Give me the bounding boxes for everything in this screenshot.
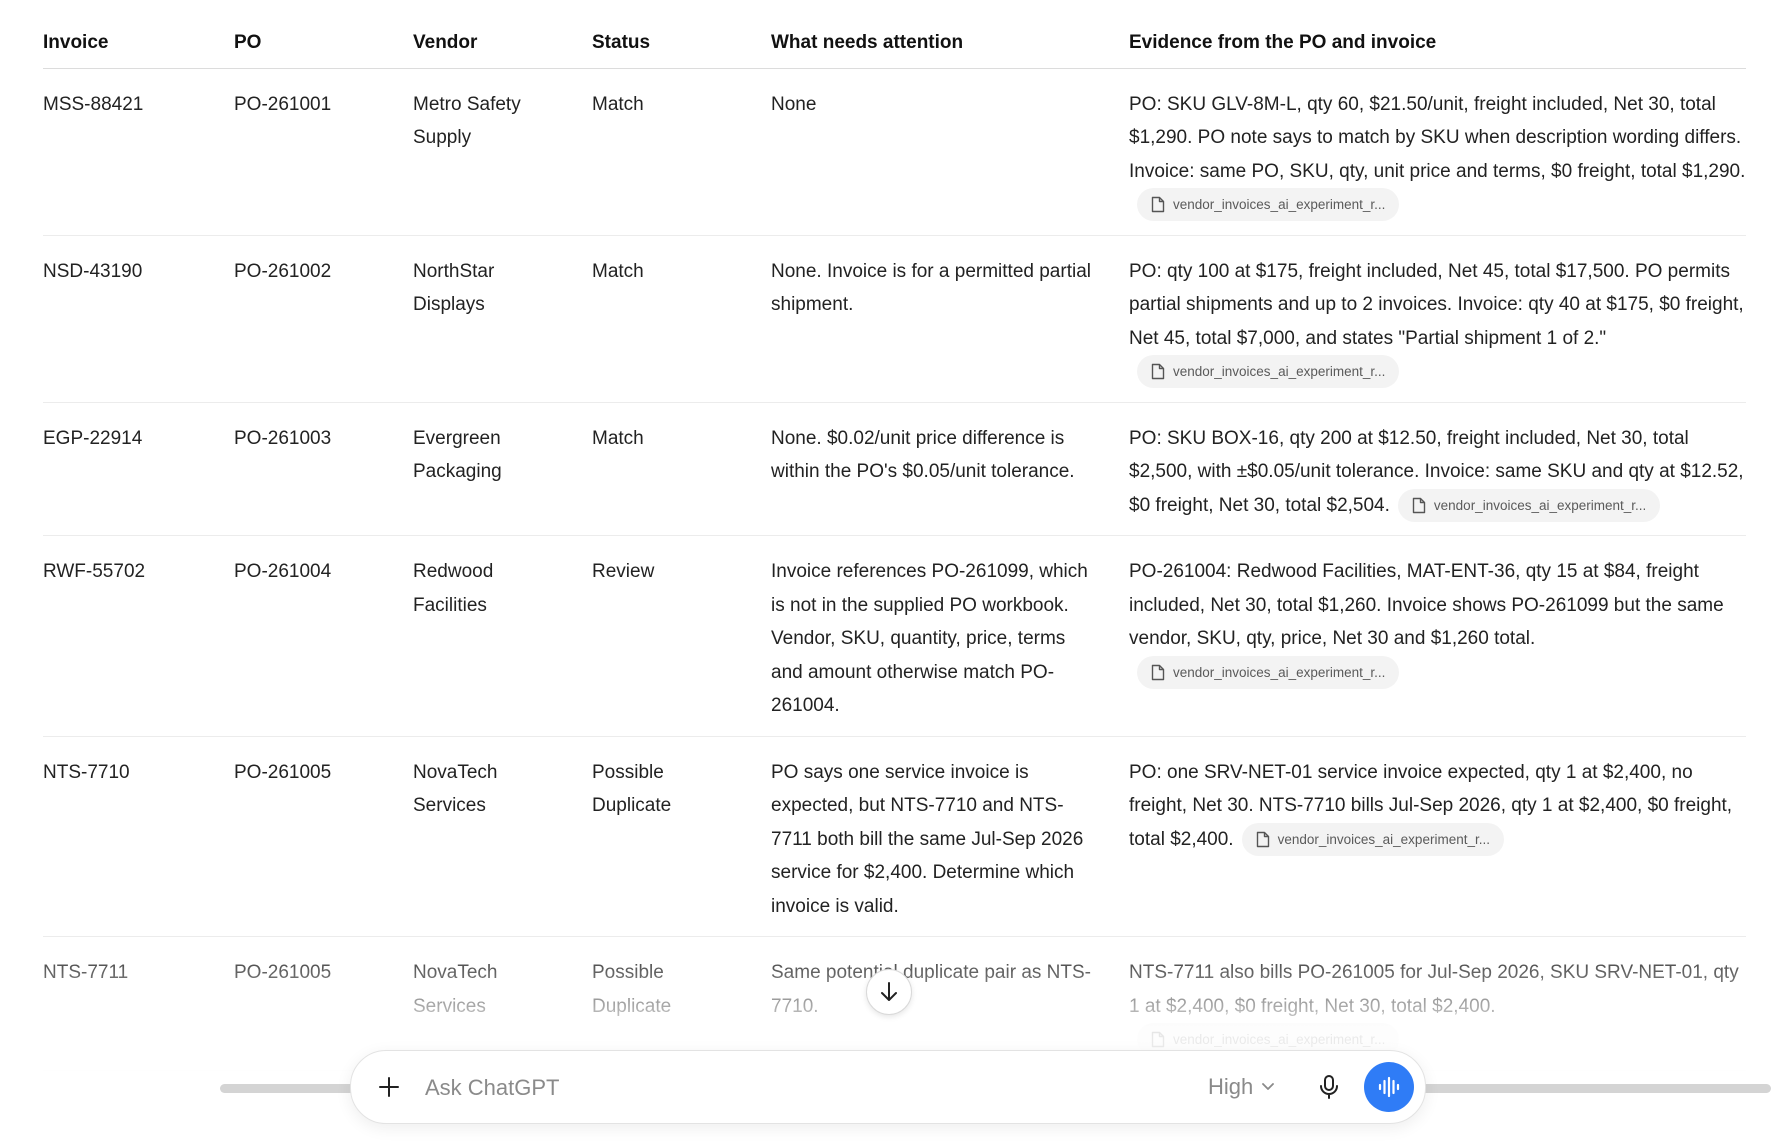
chat-viewport: Invoice PO Vendor Status What needs atte… (0, 0, 1771, 1141)
invoice-cell: NTS-7711 (43, 936, 234, 1071)
citation-label: vendor_invoices_ai_experiment_r... (1173, 364, 1386, 380)
evidence-text: NTS-7711 also bills PO-261005 for Jul-Se… (1129, 962, 1739, 1017)
status-cell: Match (592, 402, 771, 536)
column-header-vendor: Vendor (413, 14, 592, 69)
evidence-cell: PO: qty 100 at $175, freight included, N… (1129, 235, 1746, 403)
voice-mode-button[interactable] (1364, 1062, 1414, 1112)
column-header-status: Status (592, 14, 771, 69)
arrow-down-icon (881, 982, 897, 1001)
status-cell: Review (592, 535, 771, 737)
po-cell: PO-261002 (234, 235, 413, 403)
po-cell: PO-261005 (234, 736, 413, 937)
status-cell: Match (592, 235, 771, 403)
vendor-cell: NovaTech Services (413, 736, 592, 937)
citation-chip[interactable]: vendor_invoices_ai_experiment_r... (1137, 188, 1400, 222)
attention-cell: Invoice references PO-261099, which is n… (771, 535, 1129, 737)
attention-cell: None (771, 68, 1129, 236)
table-row: NSD-43190 PO-261002 NorthStar Displays M… (43, 235, 1746, 403)
attention-cell: PO says one service invoice is expected,… (771, 736, 1129, 937)
document-icon (1151, 664, 1165, 681)
invoice-cell: MSS-88421 (43, 68, 234, 236)
column-header-po: PO (234, 14, 413, 69)
evidence-cell: PO-261004: Redwood Facilities, MAT-ENT-3… (1129, 535, 1746, 737)
evidence-text: PO-261004: Redwood Facilities, MAT-ENT-3… (1129, 561, 1724, 649)
citation-label: vendor_invoices_ai_experiment_r... (1277, 831, 1490, 847)
attach-button[interactable] (371, 1069, 407, 1105)
evidence-text: PO: qty 100 at $175, freight included, N… (1129, 260, 1744, 349)
dictate-button[interactable] (1311, 1069, 1347, 1105)
model-selector[interactable]: High (1208, 1069, 1275, 1105)
vendor-cell: Evergreen Packaging (413, 402, 592, 536)
citation-chip[interactable]: vendor_invoices_ai_experiment_r... (1137, 655, 1400, 689)
document-icon (1412, 497, 1426, 514)
po-cell: PO-261004 (234, 535, 413, 737)
invoice-cell: NTS-7710 (43, 736, 234, 937)
document-icon (1151, 197, 1165, 213)
evidence-cell: PO: SKU GLV-8M-L, qty 60, $21.50/unit, f… (1129, 68, 1746, 236)
vendor-cell: NorthStar Displays (413, 235, 592, 403)
citation-label: vendor_invoices_ai_experiment_r... (1173, 197, 1386, 213)
vendor-cell: Redwood Facilities (413, 535, 592, 737)
vendor-cell: Metro Safety Supply (413, 68, 592, 236)
citation-chip[interactable]: vendor_invoices_ai_experiment_r... (1241, 822, 1504, 856)
document-icon (1151, 1032, 1165, 1048)
document-icon (1151, 364, 1165, 380)
table-row: NTS-7710 PO-261005 NovaTech Services Pos… (43, 736, 1746, 937)
ask-input[interactable] (423, 1067, 1027, 1109)
citation-chip[interactable]: vendor_invoices_ai_experiment_r... (1137, 355, 1400, 389)
table-row: MSS-88421 PO-261001 Metro Safety Supply … (43, 68, 1746, 236)
citation-chip[interactable]: vendor_invoices_ai_experiment_r... (1397, 488, 1661, 522)
status-cell: Possible Duplicate (592, 736, 771, 937)
status-cell: Match (592, 68, 771, 236)
invoice-cell: RWF-55702 (43, 535, 234, 737)
model-label: High (1208, 1074, 1254, 1099)
column-header-invoice: Invoice (43, 14, 234, 69)
chevron-down-icon (1262, 1083, 1275, 1090)
voice-waveform-icon (1378, 1076, 1400, 1098)
attention-cell: None. $0.02/unit price difference is wit… (771, 402, 1129, 536)
plus-icon (379, 1077, 399, 1097)
invoice-cell: NSD-43190 (43, 235, 234, 403)
table-row: RWF-55702 PO-261004 Redwood Facilities R… (43, 535, 1746, 737)
citation-label: vendor_invoices_ai_experiment_r... (1173, 664, 1386, 680)
evidence-cell: PO: SKU BOX-16, qty 200 at $12.50, freig… (1129, 402, 1746, 536)
invoice-reconciliation-table: Invoice PO Vendor Status What needs atte… (43, 14, 1746, 1071)
evidence-cell: PO: one SRV-NET-01 service invoice expec… (1129, 736, 1746, 937)
po-cell: PO-261001 (234, 68, 413, 236)
column-header-attention: What needs attention (771, 14, 1129, 69)
document-icon (1256, 831, 1269, 848)
microphone-icon (1320, 1075, 1338, 1099)
table-row: EGP-22914 PO-261003 Evergreen Packaging … (43, 402, 1746, 536)
scroll-to-bottom-button[interactable] (866, 969, 912, 1015)
attention-cell: None. Invoice is for a permitted partial… (771, 235, 1129, 403)
po-cell: PO-261003 (234, 402, 413, 536)
invoice-cell: EGP-22914 (43, 402, 234, 536)
message-composer: High (350, 1050, 1426, 1124)
table-header-row: Invoice PO Vendor Status What needs atte… (43, 14, 1746, 69)
citation-label: vendor_invoices_ai_experiment_r... (1433, 497, 1647, 513)
evidence-text: PO: SKU GLV-8M-L, qty 60, $21.50/unit, f… (1129, 93, 1746, 182)
column-header-evidence: Evidence from the PO and invoice (1129, 14, 1746, 69)
